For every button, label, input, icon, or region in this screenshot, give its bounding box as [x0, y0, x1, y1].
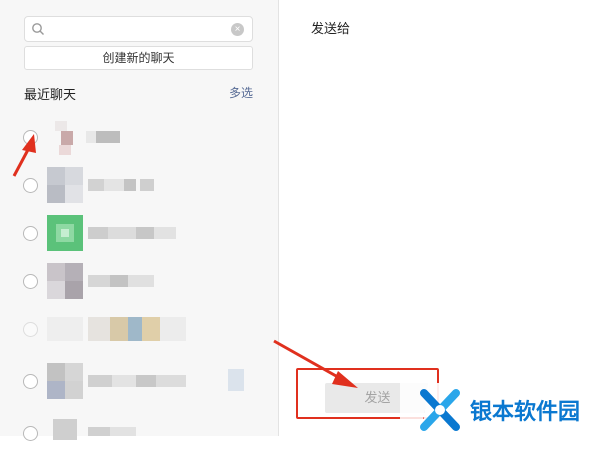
watermark-logo-icon: [420, 389, 460, 431]
annotation-arrows: [12, 134, 358, 388]
watermark: 银本软件园: [400, 383, 600, 436]
annotation-arrow-icon: [12, 134, 36, 177]
annotation-arrow-icon: [273, 339, 358, 388]
watermark-text: 银本软件园: [470, 399, 581, 424]
